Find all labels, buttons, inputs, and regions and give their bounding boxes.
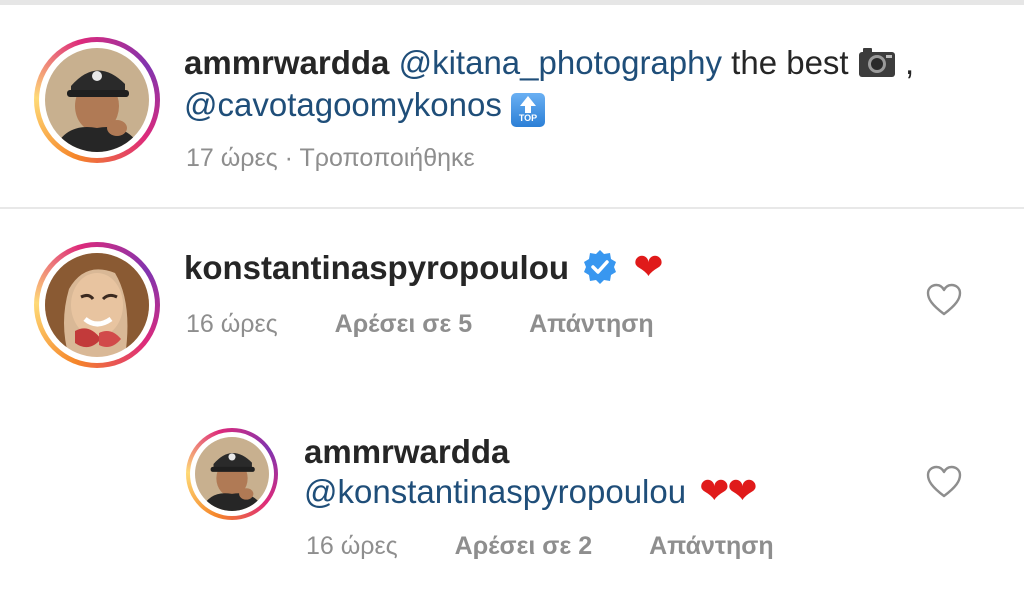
reply-button[interactable]: Απάντηση [649,532,774,560]
mention-link[interactable]: @cavotagoomykonos [184,86,502,123]
edited-label: Τροποποιήθηκε [299,144,475,172]
caption-text: the best [731,44,849,81]
likes-count-button[interactable]: Αρέσει σε 2 [455,532,592,560]
avatar[interactable] [34,37,160,163]
profile-photo [195,437,269,511]
avatar[interactable] [186,428,278,520]
comment-line: konstantinaspyropoulou ❤ [184,248,664,294]
caption-meta: 17 ώρες · Τροποποιήθηκε [186,143,475,173]
camera-icon [858,46,896,87]
likes-count-button[interactable]: Αρέσει σε 5 [335,310,472,338]
heart-outline-icon[interactable] [926,465,962,504]
caption-line-1: ammrwardda @kitana_photography the best … [184,43,914,87]
profile-photo [45,253,149,357]
top-divider [0,0,1024,5]
section-divider [0,207,1024,209]
comment-meta: 16 ώρες Αρέσει σε 5 Απάντηση [186,309,654,339]
profile-photo [45,48,149,152]
timestamp: 16 ώρες [186,310,278,338]
mention-link[interactable]: @kitana_photography [399,44,722,81]
reply-meta: 16 ώρες Αρέσει σε 2 Απάντηση [306,531,774,561]
timestamp: 16 ώρες [306,532,398,560]
reply-username-line: ammrwardda [304,432,509,472]
top-arrow-icon: TOP [511,93,546,127]
top-label: TOP [518,113,538,123]
username[interactable]: ammrwardda [304,433,509,470]
caption-line-2: @cavotagoomykonos TOP [184,85,546,127]
username[interactable]: konstantinaspyropoulou [184,249,569,286]
separator: , [904,44,915,81]
heart-outline-icon[interactable] [926,283,962,322]
timestamp: 17 ώρες [186,144,278,172]
heart-emoji: ❤ [633,246,664,287]
reply-button[interactable]: Απάντηση [529,310,654,338]
username[interactable]: ammrwardda [184,44,389,81]
verified-badge-icon [582,249,618,294]
avatar[interactable] [34,242,160,368]
mention-link[interactable]: @konstantinaspyropoulou [304,473,686,510]
reply-text-line: @konstantinaspyropoulou ❤❤ [304,470,758,512]
meta-dot: · [284,144,293,172]
heart-emoji: ❤❤ [699,470,757,511]
